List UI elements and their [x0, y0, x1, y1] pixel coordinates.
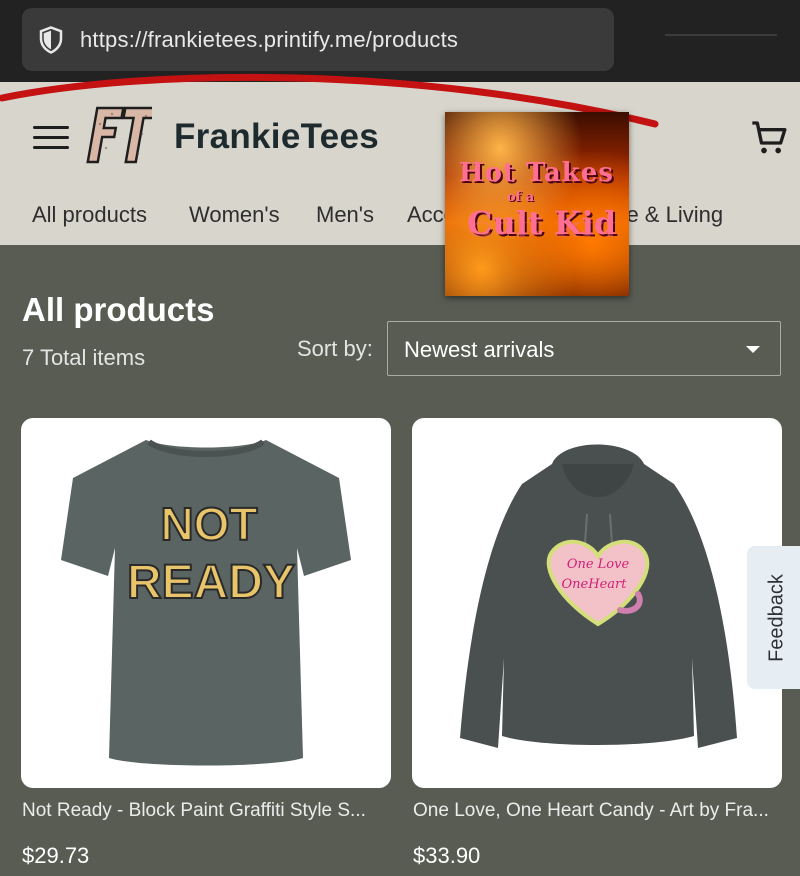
tshirt-graphic-line2: READY: [127, 556, 295, 609]
nav-all-products[interactable]: All products: [32, 202, 147, 228]
promo-title-line2: of a: [507, 190, 535, 205]
tshirt-graphic-line1: NOT: [160, 498, 257, 550]
sort-label: Sort by:: [297, 336, 373, 361]
url-text[interactable]: https://frankietees.printify.me/products: [80, 27, 458, 53]
hoodie-graphic-line1: One Love: [567, 557, 630, 572]
site-header: FrankieTees All products Women's Men's A…: [0, 82, 800, 245]
hamburger-menu-icon[interactable]: [33, 124, 71, 152]
hoodie-image: One Love OneHeart: [460, 444, 737, 748]
product-card[interactable]: One Love OneHeart: [412, 418, 782, 788]
feedback-tab[interactable]: Feedback: [747, 546, 800, 689]
feedback-label: Feedback: [765, 573, 788, 662]
address-bar[interactable]: https://frankietees.printify.me/products: [22, 8, 614, 71]
page-title: All products: [22, 291, 215, 328]
browser-toolbar: https://frankietees.printify.me/products: [0, 0, 800, 82]
frankietees-logo[interactable]: [86, 104, 152, 170]
sort-select[interactable]: Newest arrivals: [387, 321, 781, 376]
shopping-cart-icon[interactable]: [748, 118, 790, 158]
hot-takes-promo-image: Hot Takes of a Cult Kid Cult Kid: [445, 112, 629, 296]
product-card[interactable]: NOT READY: [21, 418, 391, 788]
product-price: $29.73: [22, 843, 90, 868]
brand-name[interactable]: FrankieTees: [174, 117, 379, 157]
toolbar-divider: [665, 34, 777, 36]
product-name[interactable]: Not Ready - Block Paint Graffiti Style S…: [22, 800, 366, 822]
total-items-count: 7 Total items: [22, 345, 146, 370]
category-nav: All products Women's Men's Accessories H…: [0, 202, 800, 238]
chevron-down-icon: [746, 346, 760, 353]
nav-mens[interactable]: Men's: [316, 202, 374, 228]
nav-womens[interactable]: Women's: [189, 202, 280, 228]
sort-selected-value: Newest arrivals: [404, 337, 555, 362]
product-name[interactable]: One Love, One Heart Candy - Art by Fra..…: [413, 800, 769, 822]
hoodie-graphic-line2: OneHeart: [562, 577, 628, 592]
tshirt-image: NOT READY: [61, 439, 351, 766]
promo-title-line1: Hot Takes: [459, 158, 614, 188]
shield-icon[interactable]: [36, 25, 66, 55]
product-price: $33.90: [413, 843, 481, 868]
promo-title-reflection: Cult Kid: [467, 217, 617, 240]
